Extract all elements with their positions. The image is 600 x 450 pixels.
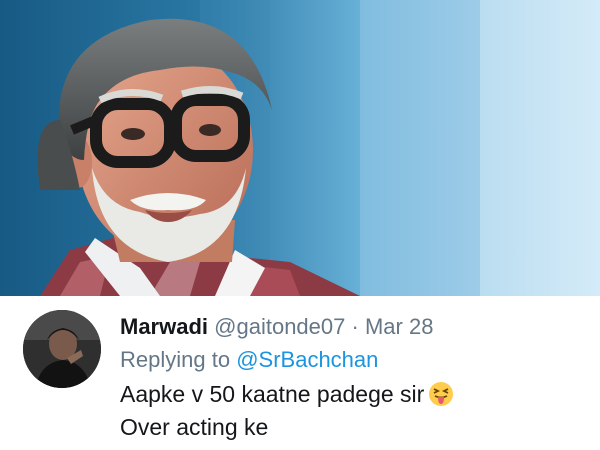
photo-portrait: [0, 0, 600, 296]
replying-to-line: Replying to @SrBachchan: [120, 346, 378, 374]
tweet-text-line-1-content: Aapke v 50 kaatne padege sir: [120, 381, 425, 407]
user-handle[interactable]: @gaitonde07: [214, 314, 345, 339]
tweet-header: Marwadi @gaitonde07 · Mar 28: [120, 313, 433, 341]
squinting-tongue-emoji-icon: [429, 382, 454, 406]
mention-link[interactable]: @SrBachchan: [236, 347, 378, 372]
tweet-card[interactable]: Marwadi @gaitonde07 · Mar 28 Replying to…: [0, 296, 600, 450]
tweet-text-line-1: Aapke v 50 kaatne padege sir: [120, 378, 454, 411]
avatar[interactable]: [23, 310, 101, 388]
replying-to-label: Replying to: [120, 347, 231, 372]
avatar-photo: [23, 310, 101, 388]
tweet-photo[interactable]: [0, 0, 600, 296]
tweet-text: Aapke v 50 kaatne padege sir Over acting…: [120, 378, 454, 444]
separator-dot: ·: [351, 314, 359, 339]
display-name[interactable]: Marwadi: [120, 314, 208, 339]
tweet-text-line-2: Over acting ke: [120, 414, 269, 440]
tweet-date[interactable]: Mar 28: [365, 314, 433, 339]
